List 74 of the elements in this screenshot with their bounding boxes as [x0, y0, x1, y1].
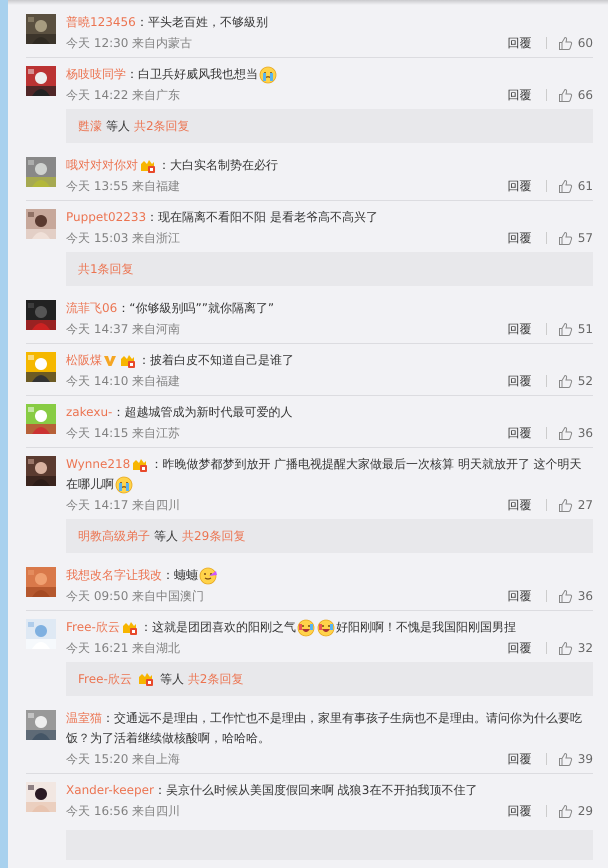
reply-link[interactable]: 回覆	[508, 588, 532, 604]
comment-meta: 今天 09:50 来自中国澳门	[66, 588, 206, 604]
thumbs-up-icon[interactable]	[558, 498, 573, 512]
reply-link[interactable]: 回覆	[508, 34, 532, 52]
like-count: 29	[578, 804, 593, 818]
reply-link[interactable]: 回覆	[508, 320, 532, 338]
thumbs-up-icon[interactable]	[558, 230, 573, 246]
comment-meta: 今天 14:10 来自福建	[66, 372, 182, 390]
comment-text: zakexu-：超越城管成为新时代最可爱的人	[66, 404, 294, 421]
like-count: 60	[578, 36, 593, 50]
thumbs-up-icon[interactable]	[558, 640, 573, 656]
thumbs-up-icon[interactable]	[558, 752, 573, 766]
crown-icon	[131, 456, 150, 473]
like-count: 61	[578, 179, 593, 193]
thumbs-up-icon[interactable]	[558, 178, 573, 194]
comment-meta: 今天 14:17 来自四川	[66, 496, 182, 514]
verified-icon	[103, 354, 117, 368]
comment-meta: 今天 15:20 来自上海	[66, 750, 182, 768]
reply-suffix: 等人	[160, 670, 184, 688]
reply-link[interactable]: 回覆	[508, 372, 532, 390]
comment-meta: 今天 13:55 来自福建	[66, 178, 182, 194]
like-count: 32	[578, 641, 593, 655]
thumbs-up-icon[interactable]	[558, 322, 573, 336]
comment-text: 温室猫：交通远不是理由，工作忙也不是理由，家里有事孩子生病也不是理由。请问你为什么要吃饭？为了活着继续做核酸啊，哈哈哈。	[66, 710, 583, 747]
reply-link[interactable]: 回覆	[508, 230, 532, 246]
reply-link[interactable]: 回覆	[508, 750, 532, 768]
laughing-emoji-icon	[296, 618, 315, 637]
crown-icon	[139, 158, 157, 174]
comment-text: 普曉123456：平头老百姓，不够級别	[66, 14, 269, 31]
thumbs-up-icon[interactable]	[558, 588, 573, 604]
comment-text: 哦对对对你对 ：大白实名制势在必行	[66, 156, 279, 175]
like-count: 66	[578, 88, 593, 102]
reply-link[interactable]: 回覆	[508, 802, 532, 820]
reply-link[interactable]: 回覆	[508, 424, 532, 442]
crown-icon	[136, 671, 155, 687]
reply-link[interactable]: 回覆	[508, 496, 532, 514]
thumbs-up-icon[interactable]	[558, 804, 573, 818]
crown-icon	[119, 352, 137, 369]
comment-text: Puppet02233：现在隔离不看阳不阳 是看老爷高不高兴了	[66, 209, 379, 226]
comment-meta: 今天 14:15 来自江苏	[66, 424, 182, 442]
rainbow-emoji-icon	[199, 566, 217, 585]
like-count: 36	[578, 426, 593, 440]
reply-suffix: 等人	[106, 118, 130, 134]
like-count: 36	[578, 589, 593, 603]
like-count: 27	[578, 498, 593, 512]
crying-emoji-icon	[259, 66, 277, 84]
reply-link[interactable]: 回覆	[508, 640, 532, 656]
comment-text: Wynne218 ：昨晚做梦都梦到放开 广播电视提醒大家做最后一次核算 明天就放开了 这个明天在哪儿啊	[66, 453, 593, 494]
reply-link[interactable]: 回覆	[508, 86, 532, 104]
comment-meta: 今天 14:37 来自河南	[66, 320, 182, 338]
comment-meta: 今天 12:30 来自内蒙古	[66, 34, 194, 52]
comment-meta: 今天 16:21 来自湖北	[66, 640, 182, 656]
thumbs-up-icon[interactable]	[558, 374, 573, 388]
thumbs-up-icon[interactable]	[558, 36, 573, 50]
comment-text: Free-欣云 ：这就是团团喜欢的阳刚之气 好阳刚啊！不愧是我国阳刚国男捏	[66, 616, 593, 637]
like-count: 52	[578, 374, 593, 388]
like-count: 51	[578, 322, 593, 336]
comment-meta: 今天 14:22 来自广东	[66, 86, 182, 104]
comment-text: 流菲飞06：“你够級别吗””就你隔离了”	[66, 300, 276, 317]
comment-text: 松阪煤 ：披着白皮不知道自己是谁了	[66, 352, 295, 370]
comment-text: 杨吱吱同学：白卫兵好威风我也想当	[66, 63, 593, 84]
thumbs-up-icon[interactable]	[558, 88, 573, 102]
laughing-emoji-icon	[316, 618, 335, 637]
comment-meta: 今天 15:03 来自浙江	[66, 230, 182, 246]
comment-text: 我想改名字让我改：蟪蟪	[66, 564, 593, 585]
thumbs-up-icon[interactable]	[558, 426, 573, 440]
reply-suffix: 等人	[154, 528, 178, 544]
comment-meta: 今天 16:56 来自四川	[66, 802, 182, 820]
comment-text: Xander-keeper：吴京什么时候从美国度假回来啊 战狼3在不开拍我顶不住了	[66, 782, 478, 799]
like-count: 39	[578, 752, 593, 766]
reply-link[interactable]: 回覆	[508, 178, 532, 194]
crying-emoji-icon	[115, 476, 133, 494]
crown-icon	[120, 620, 139, 636]
like-count: 57	[578, 231, 593, 245]
